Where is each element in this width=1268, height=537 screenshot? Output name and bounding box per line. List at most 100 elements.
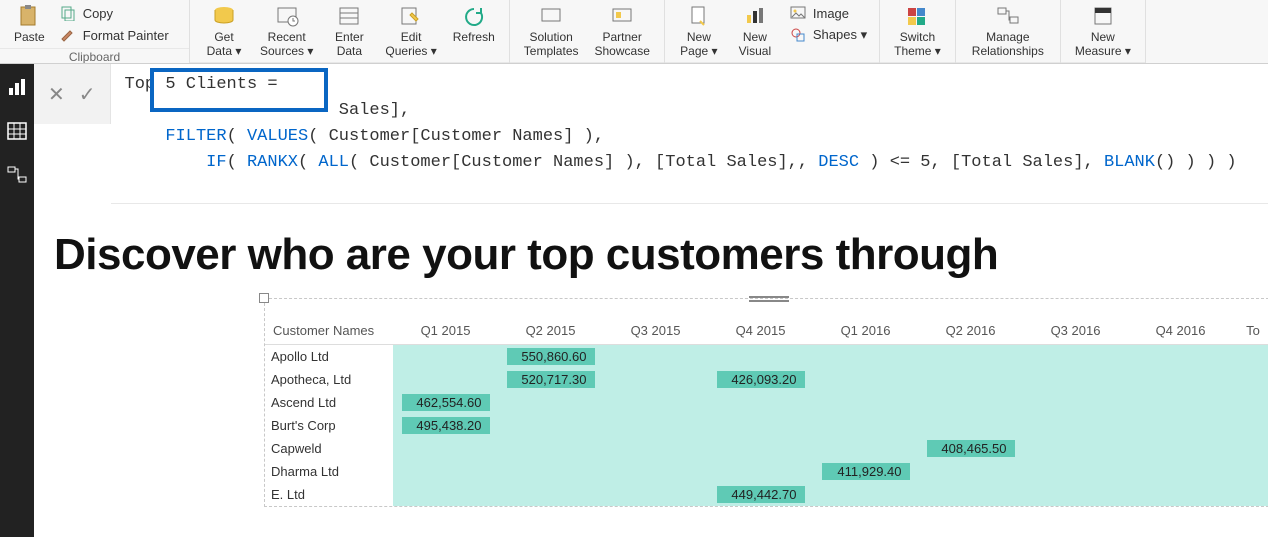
- matrix-cell[interactable]: [498, 391, 603, 414]
- matrix-cell[interactable]: [603, 368, 708, 391]
- matrix-column-header[interactable]: Q1 2016: [813, 317, 918, 345]
- matrix-cell[interactable]: [918, 368, 1023, 391]
- enter-data-button[interactable]: Enter Data: [321, 2, 377, 60]
- matrix-cell[interactable]: [603, 460, 708, 483]
- paste-button[interactable]: Paste: [6, 2, 53, 46]
- matrix-cell[interactable]: 449,442.70: [708, 483, 813, 506]
- matrix-cell[interactable]: 408,465.50: [918, 437, 1023, 460]
- matrix-cell[interactable]: [918, 460, 1023, 483]
- shapes-button[interactable]: Shapes ▾: [789, 26, 867, 44]
- matrix-cell[interactable]: [603, 391, 708, 414]
- switch-theme-button[interactable]: Switch Theme ▾: [886, 2, 949, 60]
- matrix-cell[interactable]: 520,717.30: [498, 368, 603, 391]
- matrix-cell[interactable]: [918, 391, 1023, 414]
- matrix-total-header[interactable]: To: [1233, 317, 1268, 345]
- matrix-cell[interactable]: [603, 483, 708, 506]
- matrix-cell[interactable]: [1023, 345, 1128, 369]
- data-view-icon[interactable]: [6, 120, 28, 142]
- matrix-cell[interactable]: [918, 345, 1023, 369]
- matrix-cell[interactable]: [1128, 345, 1233, 369]
- matrix-cell[interactable]: [1128, 483, 1233, 506]
- new-visual-button[interactable]: New Visual: [727, 2, 783, 60]
- copy-button[interactable]: Copy: [59, 4, 169, 22]
- new-page-button[interactable]: New Page ▾: [671, 2, 727, 60]
- matrix-cell[interactable]: [1023, 368, 1128, 391]
- matrix-cell[interactable]: 462,554.60: [393, 391, 498, 414]
- matrix-cell[interactable]: [498, 460, 603, 483]
- formula-editor[interactable]: Top 5 Clients = Sales], FILTER( VALUES( …: [111, 64, 1268, 204]
- table-row[interactable]: E. Ltd449,442.70: [265, 483, 1268, 506]
- matrix-cell[interactable]: 426,093.20: [708, 368, 813, 391]
- table-row[interactable]: Ascend Ltd462,554.60: [265, 391, 1268, 414]
- matrix-cell[interactable]: [393, 345, 498, 369]
- recent-sources-button[interactable]: Recent Sources ▾: [252, 2, 321, 60]
- matrix-cell[interactable]: [708, 391, 813, 414]
- matrix-column-header[interactable]: Q1 2015: [393, 317, 498, 345]
- matrix-cell[interactable]: [918, 483, 1023, 506]
- matrix-cell[interactable]: [393, 437, 498, 460]
- matrix-column-header[interactable]: Q4 2015: [708, 317, 813, 345]
- matrix-cell[interactable]: 495,438.20: [393, 414, 498, 437]
- matrix-visual[interactable]: Customer NamesQ1 2015Q2 2015Q3 2015Q4 20…: [264, 298, 1268, 507]
- matrix-cell[interactable]: [603, 345, 708, 369]
- matrix-cell[interactable]: [1128, 460, 1233, 483]
- solution-templates-button[interactable]: Solution Templates: [516, 2, 587, 60]
- matrix-cell[interactable]: [813, 483, 918, 506]
- drag-handle-icon[interactable]: [749, 295, 789, 303]
- format-painter-button[interactable]: Format Painter: [59, 26, 169, 44]
- table-row[interactable]: Apollo Ltd550,860.60: [265, 345, 1268, 369]
- new-measure-button[interactable]: New Measure ▾: [1067, 2, 1139, 60]
- matrix-cell[interactable]: [1128, 414, 1233, 437]
- partner-showcase-button[interactable]: Partner Showcase: [587, 2, 658, 60]
- matrix-cell[interactable]: [1023, 483, 1128, 506]
- matrix-cell[interactable]: [708, 460, 813, 483]
- resize-handle-icon[interactable]: [259, 293, 269, 303]
- table-row[interactable]: Burt's Corp495,438.20: [265, 414, 1268, 437]
- matrix-column-header[interactable]: Q2 2016: [918, 317, 1023, 345]
- table-row[interactable]: Dharma Ltd411,929.40: [265, 460, 1268, 483]
- matrix-cell[interactable]: [813, 414, 918, 437]
- matrix-cell[interactable]: [498, 483, 603, 506]
- matrix-cell[interactable]: [1128, 437, 1233, 460]
- matrix-cell[interactable]: [813, 391, 918, 414]
- table-row[interactable]: Capweld408,465.50: [265, 437, 1268, 460]
- matrix-cell[interactable]: [393, 483, 498, 506]
- matrix-cell[interactable]: [1023, 391, 1128, 414]
- matrix-cell[interactable]: [1023, 437, 1128, 460]
- model-view-icon[interactable]: [6, 164, 28, 186]
- matrix-cell[interactable]: [1128, 368, 1233, 391]
- cell-value: 411,929.40: [822, 463, 910, 480]
- matrix-cell[interactable]: [393, 460, 498, 483]
- matrix-cell[interactable]: [498, 414, 603, 437]
- matrix-cell[interactable]: [813, 437, 918, 460]
- get-data-button[interactable]: Get Data ▾: [196, 2, 252, 60]
- manage-relationships-button[interactable]: Manage Relationships: [962, 2, 1054, 60]
- matrix-column-header[interactable]: Q2 2015: [498, 317, 603, 345]
- matrix-cell[interactable]: [1023, 414, 1128, 437]
- matrix-cell[interactable]: [813, 345, 918, 369]
- matrix-cell[interactable]: [393, 368, 498, 391]
- commit-formula-icon[interactable]: ✓: [79, 82, 96, 107]
- matrix-cell[interactable]: [603, 414, 708, 437]
- matrix-cell[interactable]: [708, 345, 813, 369]
- matrix-cell[interactable]: [813, 368, 918, 391]
- table-row[interactable]: Apotheca, Ltd520,717.30426,093.20: [265, 368, 1268, 391]
- image-button[interactable]: Image: [789, 4, 867, 22]
- matrix-cell[interactable]: 550,860.60: [498, 345, 603, 369]
- matrix-cell[interactable]: [708, 414, 813, 437]
- matrix-column-header[interactable]: Q4 2016: [1128, 317, 1233, 345]
- matrix-cell[interactable]: [1128, 391, 1233, 414]
- matrix-cell[interactable]: 411,929.40: [813, 460, 918, 483]
- edit-queries-button[interactable]: Edit Queries ▾: [377, 2, 444, 60]
- matrix-cell[interactable]: [603, 437, 708, 460]
- matrix-cell[interactable]: [498, 437, 603, 460]
- matrix-column-header[interactable]: Q3 2016: [1023, 317, 1128, 345]
- matrix-cell[interactable]: [918, 414, 1023, 437]
- report-view-icon[interactable]: [6, 76, 28, 98]
- matrix-cell[interactable]: [708, 437, 813, 460]
- refresh-button[interactable]: Refresh: [445, 2, 503, 46]
- matrix-column-header[interactable]: Q3 2015: [603, 317, 708, 345]
- cancel-formula-icon[interactable]: ✕: [48, 82, 65, 107]
- matrix-cell[interactable]: [1023, 460, 1128, 483]
- matrix-row-header[interactable]: Customer Names: [265, 317, 393, 345]
